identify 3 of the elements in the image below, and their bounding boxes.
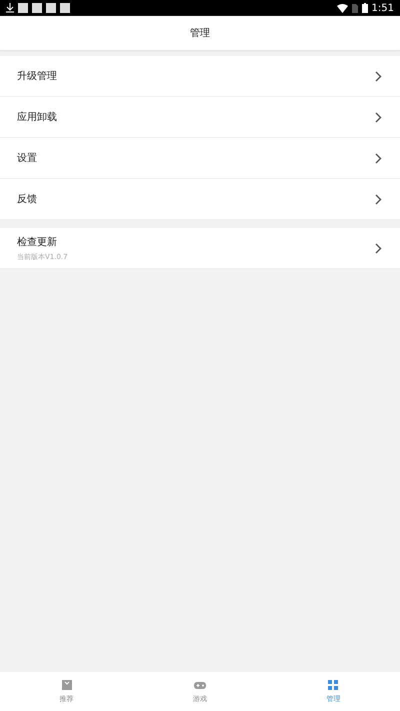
clock: 1:51: [372, 2, 394, 14]
page-title: 管理: [190, 27, 210, 40]
item-label: 检查更新: [17, 236, 58, 248]
